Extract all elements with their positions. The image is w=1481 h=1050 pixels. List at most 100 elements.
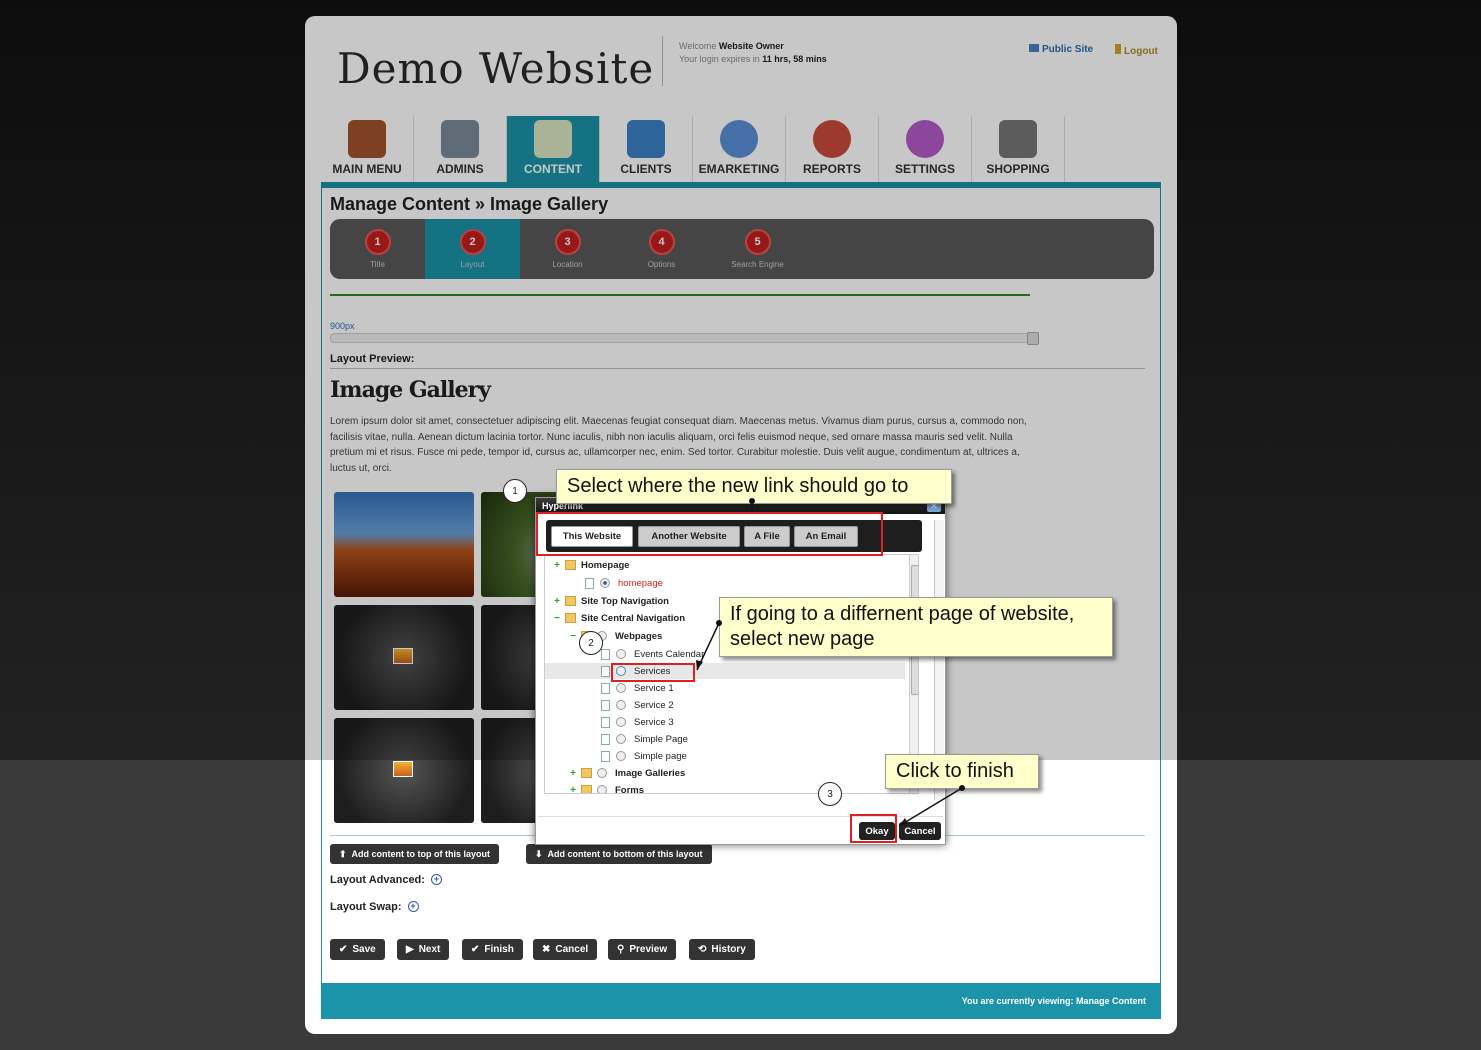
nav-reports[interactable]: REPORTS bbox=[786, 116, 879, 182]
radio-button[interactable] bbox=[616, 717, 626, 727]
tree-label: Simple Page bbox=[634, 733, 688, 745]
step-options[interactable]: 4 Options bbox=[614, 219, 709, 279]
nav-content[interactable]: CONTENT bbox=[507, 116, 600, 182]
step-search-engine[interactable]: 5 Search Engine bbox=[710, 219, 805, 279]
nav-settings[interactable]: SETTINGS bbox=[879, 116, 972, 182]
tree-label: Events Calendar bbox=[634, 648, 705, 660]
slider-handle[interactable] bbox=[1027, 332, 1039, 345]
width-slider[interactable] bbox=[330, 332, 1039, 345]
add-content-bottom-button[interactable]: ⬇ Add content to bottom of this layout bbox=[526, 844, 712, 864]
progress-line bbox=[330, 294, 1030, 296]
main-nav: MAIN MENU ADMINS CONTENT CLIENTS EMARKET… bbox=[321, 116, 1065, 182]
step-location[interactable]: 3 Location bbox=[520, 219, 615, 279]
document-edit-icon bbox=[534, 120, 572, 158]
public-site-link[interactable]: Public Site bbox=[1029, 44, 1093, 55]
callout-step3: Click to finish bbox=[885, 754, 1039, 789]
tree-label: Forms bbox=[615, 784, 645, 794]
welcome-prefix: Welcome bbox=[679, 41, 717, 51]
step-label: Options bbox=[647, 260, 676, 269]
nav-admins[interactable]: ADMINS bbox=[414, 116, 507, 182]
finish-button[interactable]: ✔ Finish bbox=[462, 939, 523, 960]
play-icon: ▶ bbox=[406, 944, 414, 955]
step-marker-3: 3 bbox=[818, 782, 842, 806]
tools-icon bbox=[441, 120, 479, 158]
button-label: Finish bbox=[484, 944, 514, 955]
nav-label: MAIN MENU bbox=[332, 162, 402, 176]
save-button[interactable]: ✔ Save bbox=[330, 939, 385, 960]
tree-label: Service 2 bbox=[634, 699, 674, 711]
step-number: 5 bbox=[744, 229, 771, 255]
layout-swap-label: Layout Swap: bbox=[330, 901, 402, 913]
radio-button[interactable] bbox=[616, 734, 626, 744]
folder-icon bbox=[581, 785, 592, 793]
radio-button[interactable] bbox=[597, 785, 607, 793]
tree-page-simple-page-2[interactable]: Simple page bbox=[545, 748, 905, 764]
add-content-top-button[interactable]: ⬆ Add content to top of this layout bbox=[330, 844, 500, 864]
logout-link[interactable]: Logout bbox=[1115, 44, 1158, 57]
nav-shopping[interactable]: SHOPPING bbox=[972, 116, 1065, 182]
step-number: 4 bbox=[648, 229, 675, 255]
collapse-minus-icon[interactable]: − bbox=[569, 631, 577, 642]
callout-step1: Select where the new link should go to bbox=[556, 469, 952, 504]
step-marker-2: 2 bbox=[579, 631, 603, 655]
step-label: Layout bbox=[460, 260, 485, 269]
history-button[interactable]: ⟲ History bbox=[689, 939, 755, 960]
welcome-info: Welcome Website Owner Your login expires… bbox=[679, 40, 827, 66]
page-icon bbox=[601, 682, 610, 694]
preview-button[interactable]: ⚲ Preview bbox=[608, 939, 677, 960]
expand-plus-icon[interactable]: + bbox=[430, 874, 442, 885]
radio-button[interactable] bbox=[597, 768, 607, 778]
step-number: 1 bbox=[364, 229, 391, 255]
step-label: Title bbox=[370, 260, 385, 269]
tree-page-service-1[interactable]: Service 1 bbox=[545, 680, 905, 696]
tree-page-services[interactable]: Services bbox=[545, 663, 905, 679]
next-button[interactable]: ▶ Next bbox=[397, 939, 450, 960]
radio-button[interactable] bbox=[616, 649, 626, 659]
gallery-description: Lorem ipsum dolor sit amet, consectetuer… bbox=[330, 416, 1027, 474]
collapse-minus-icon[interactable]: − bbox=[553, 613, 561, 624]
add-image-icon bbox=[393, 761, 413, 777]
nav-clients[interactable]: CLIENTS bbox=[600, 116, 693, 182]
divider bbox=[330, 368, 1145, 369]
client-folder-icon bbox=[627, 120, 665, 158]
radio-button[interactable] bbox=[616, 683, 626, 693]
nav-label: SHOPPING bbox=[986, 162, 1050, 176]
gallery-image-placeholder[interactable] bbox=[334, 718, 474, 823]
layout-swap-row: Layout Swap: + bbox=[330, 901, 419, 913]
expand-plus-icon[interactable]: + bbox=[569, 768, 577, 779]
expand-plus-icon[interactable]: + bbox=[569, 785, 577, 794]
gallery-image-desert[interactable] bbox=[334, 492, 474, 597]
radio-button[interactable] bbox=[600, 578, 610, 588]
button-label: Cancel bbox=[555, 944, 589, 955]
folder-icon bbox=[565, 613, 576, 623]
cancel-button[interactable]: ✖ Cancel bbox=[533, 939, 598, 960]
dialog-cancel-button[interactable]: Cancel bbox=[899, 822, 941, 840]
expand-plus-icon[interactable]: + bbox=[553, 596, 561, 607]
gallery-image-placeholder[interactable] bbox=[334, 605, 474, 710]
nav-main-menu[interactable]: MAIN MENU bbox=[321, 116, 414, 182]
tree-folder-homepage[interactable]: + Homepage bbox=[545, 557, 905, 573]
radio-button[interactable] bbox=[616, 751, 626, 761]
tree-page-simple-page[interactable]: Simple Page bbox=[545, 731, 905, 747]
expand-plus-icon[interactable]: + bbox=[407, 901, 419, 912]
tree-label: homepage bbox=[618, 577, 663, 589]
tree-page-service-2[interactable]: Service 2 bbox=[545, 697, 905, 713]
gallery-title: Image Gallery bbox=[330, 377, 491, 403]
nav-emarketing[interactable]: EMARKETING bbox=[693, 116, 786, 182]
nav-label: ADMINS bbox=[436, 162, 484, 176]
page-icon bbox=[601, 716, 610, 728]
shopping-cart-icon bbox=[999, 120, 1037, 158]
step-layout[interactable]: 2 Layout bbox=[425, 219, 520, 279]
step-title[interactable]: 1 Title bbox=[330, 219, 425, 279]
tree-page-homepage[interactable]: homepage bbox=[545, 575, 905, 591]
radio-button[interactable] bbox=[616, 700, 626, 710]
expand-plus-icon[interactable]: + bbox=[553, 560, 561, 571]
arrow-down-icon: ⬇ bbox=[535, 848, 543, 859]
tree-page-service-3[interactable]: Service 3 bbox=[545, 714, 905, 730]
page-icon bbox=[601, 699, 610, 711]
tree-label: Site Central Navigation bbox=[581, 612, 685, 624]
tree-folder-image-galleries[interactable]: + Image Galleries bbox=[545, 765, 905, 781]
callout-line: select new page bbox=[730, 628, 875, 650]
tree-folder-forms[interactable]: + Forms bbox=[545, 782, 905, 794]
highlight-tabs bbox=[536, 512, 883, 556]
